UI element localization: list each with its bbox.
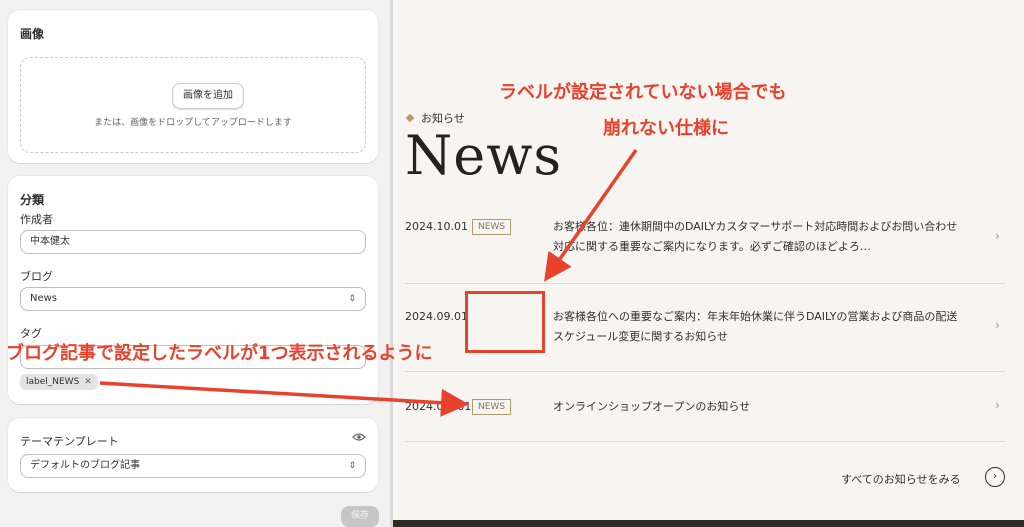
tag-chip-label: label_NEWS [26,377,80,387]
news-heading: News [405,124,563,187]
news-date: 2024.0■.01 [405,400,472,413]
template-select[interactable]: デフォルトのブログ記事 ⇕ [20,454,366,478]
classification-title: 分類 [20,193,45,207]
image-card: 画像 画像を追加 または、画像をドロップしてアップロードします [8,10,378,163]
news-date: 2024.10.01 [405,220,468,233]
blog-label: ブログ [20,270,53,283]
template-title: テーマテンプレート [20,435,119,448]
chevron-right-icon[interactable]: › [995,318,1000,332]
arrow-right-icon[interactable]: › [985,467,1005,487]
news-title-link[interactable]: お客様各位への重要なご案内：年末年始休業に伴うDAILYの営業および商品の配送ス… [553,307,963,347]
tag-chip[interactable]: label_NEWS ✕ [20,374,98,390]
blog-select-value: News [30,293,58,304]
classification-card: 分類 作成者 中本健太 ブログ News ⇕ タグ label_NEWS ✕ [8,176,378,404]
admin-panel: 画像 画像を追加 または、画像をドロップしてアップロードします 分類 作成者 中… [0,0,390,527]
template-card: テーマテンプレート デフォルトのブログ記事 ⇕ [8,418,378,492]
row-divider [405,441,1005,442]
chevron-right-icon[interactable]: › [995,398,1000,412]
image-dropzone[interactable]: 画像を追加 または、画像をドロップしてアップロードします [20,57,366,153]
row-divider [405,283,1005,284]
author-field[interactable]: 中本健太 [20,230,366,254]
diamond-icon [405,113,415,123]
template-select-value: デフォルトのブログ記事 [30,460,140,471]
image-card-title: 画像 [20,27,45,41]
footer-strip [393,520,1024,527]
annotation-middle: ブログ記事で設定したラベルが1つ表示されるように [6,343,433,364]
news-label-badge: NEWS [472,399,512,415]
news-date: 2024.09.01 [405,310,468,323]
author-label: 作成者 [20,213,53,226]
news-title-link[interactable]: オンラインショップオープンのお知らせ [553,397,963,417]
row-divider [405,371,1005,372]
annotation-top-line2: 崩れない仕様に [603,118,729,139]
save-button[interactable]: 保存 [341,506,379,527]
news-title-link[interactable]: お客様各位：連休期間中のDAILYカスタマーサポート対応時間およびお問い合わせ対… [553,217,963,257]
blog-select[interactable]: News ⇕ [20,287,366,311]
see-all-link[interactable]: すべてのお知らせをみる [841,471,961,487]
eye-icon[interactable] [352,432,366,442]
select-chevron-icon: ⇕ [348,461,356,471]
annotation-highlight-box [465,291,545,353]
news-label-badge: NEWS [472,219,512,235]
remove-tag-icon[interactable]: ✕ [84,377,92,387]
drop-hint-text: または、画像をドロップしてアップロードします [94,118,292,128]
add-image-button[interactable]: 画像を追加 [172,83,244,109]
annotation-top-line1: ラベルが設定されていない場合でも [499,82,787,103]
chevron-right-icon[interactable]: › [995,229,1000,243]
select-chevron-icon: ⇕ [348,294,356,304]
